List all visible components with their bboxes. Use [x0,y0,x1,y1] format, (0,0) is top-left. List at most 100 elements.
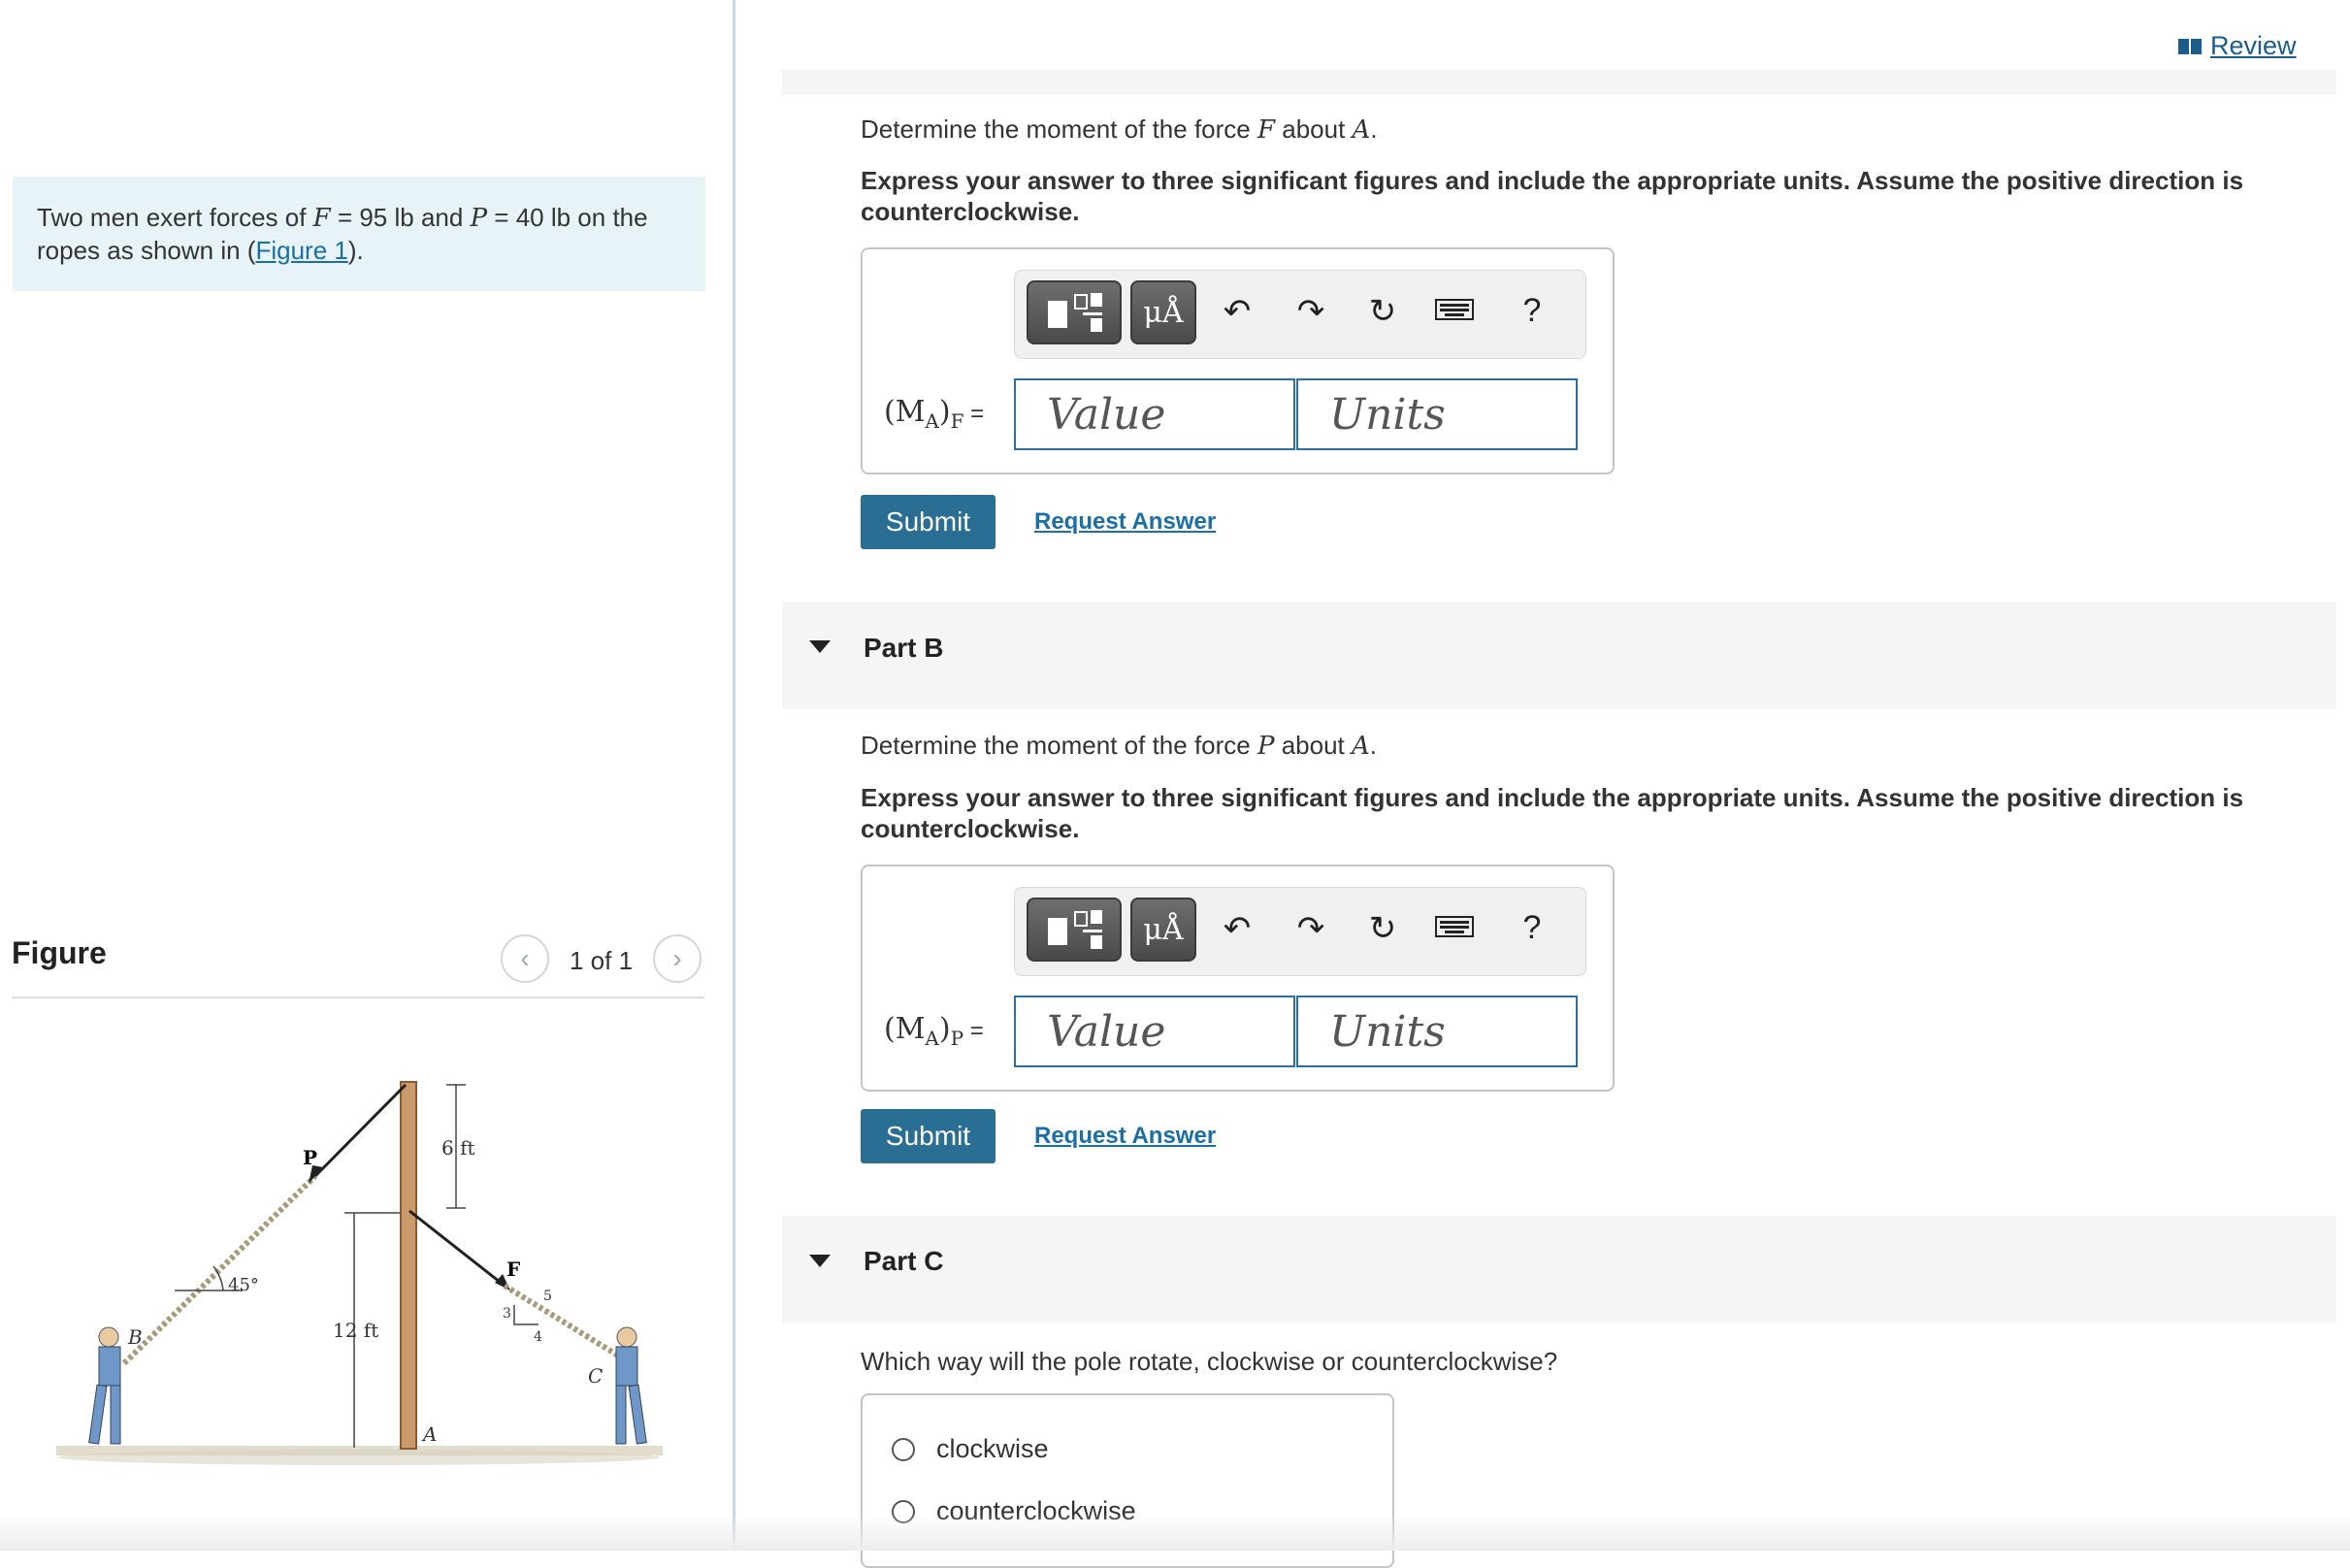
figure-divider [12,996,704,998]
undo-button[interactable]: ↶ [1215,909,1259,948]
keyboard-button[interactable] [1432,292,1477,330]
units-button[interactable]: μÅ [1130,898,1196,962]
part-c-caret-icon[interactable] [809,1255,831,1267]
keyboard-button[interactable] [1432,909,1477,947]
part-b-title: Part B [864,633,944,663]
radio-clockwise[interactable] [892,1437,915,1461]
figure-pager-count: 1 of 1 [570,946,634,975]
reset-button[interactable]: ↻ [1360,292,1405,331]
part-a-answer-box: μÅ ↶ ↷ ↻ ? (MA)F = [861,247,1615,474]
units-icon: μÅ [1143,295,1184,330]
label-45deg: 45° [228,1275,259,1295]
part-b-caret-icon[interactable] [809,640,831,653]
figure-next-button[interactable]: › [653,934,702,983]
units-button[interactable]: μÅ [1130,280,1196,344]
part-a-force-symbol: F [1257,115,1276,145]
templates-icon [1048,293,1102,332]
label-a: A [421,1422,437,1446]
part-b-label-m: (M [884,1012,926,1046]
rope-f [408,1209,506,1288]
part-c-header[interactable] [782,1216,2336,1323]
templates-button[interactable] [1027,280,1122,344]
part-a-question-end: . [1370,114,1378,144]
part-a-question-prefix: Determine the moment of the force [861,114,1257,144]
label-slope-5: 5 [543,1289,552,1304]
problem-intro-text: Two men exert forces of F = 95 lb and P … [37,202,697,267]
part-b-question-end: . [1369,731,1377,760]
part-a-label-force: F [950,409,964,433]
chevron-right-icon: › [672,943,682,973]
part-b-request-answer-link[interactable]: Request Answer [1034,1123,1216,1150]
part-a-question: Determine the moment of the force F abou… [861,114,1378,145]
part-a-label-eq: = [963,401,985,427]
label-p: P [303,1146,317,1169]
undo-icon: ↶ [1223,910,1252,947]
help-icon: ? [1522,292,1542,329]
part-c-question: Which way will the pole rotate, clockwis… [861,1347,1558,1376]
reset-icon: ↻ [1368,293,1397,330]
part-b-label-eq: = [963,1018,984,1044]
part-a-math-toolbar: μÅ ↶ ↷ ↻ ? [1014,270,1586,359]
part-a-submit-button[interactable]: Submit [861,495,995,549]
part-b-question: Determine the moment of the force P abou… [861,731,1377,761]
help-button[interactable]: ? [1510,292,1554,330]
label-f: F [506,1258,520,1281]
label-12ft: 12 ft [333,1319,378,1342]
part-b-answer-box: μÅ ↶ ↷ ↻ ? (MA)P = [861,865,1615,1092]
help-icon: ? [1522,909,1542,946]
redo-button[interactable]: ↷ [1289,292,1333,331]
part-a-label-close: ) [938,395,951,429]
option-clockwise[interactable]: clockwise [892,1434,1049,1464]
templates-button[interactable] [1027,898,1122,962]
figure-image: P F 6 ft 12 ft 45° B A C 3 4 5 [56,1081,663,1465]
man-left [88,1326,121,1445]
rope-p [121,1173,318,1366]
review-link[interactable]: Review [2177,31,2297,61]
part-b-value-input[interactable] [1014,996,1295,1067]
intro-suffix: ). [347,236,364,265]
part-a-point-symbol: A [1352,115,1371,145]
book-icon [2178,38,2202,54]
reset-button[interactable]: ↻ [1360,909,1405,948]
part-b-math-toolbar: μÅ ↶ ↷ ↻ ? [1014,887,1586,976]
part-b-header[interactable] [782,602,2336,709]
label-slope-3: 3 [503,1306,511,1322]
part-b-submit-button[interactable]: Submit [861,1109,995,1163]
units-icon: μÅ [1143,912,1184,947]
part-a-question-mid: about [1275,114,1353,144]
redo-button[interactable]: ↷ [1289,909,1333,948]
intro-prefix: Two men exert forces of [37,203,313,232]
intro-f-symbol: F [312,204,331,233]
part-b-answer-label: (MA)P = [884,1012,984,1050]
help-button[interactable]: ? [1510,909,1554,947]
part-a-label-sub: A [925,409,939,433]
figure-1-link[interactable]: Figure 1 [255,236,347,265]
part-a-header-strip [782,70,2336,95]
bottom-fade [0,1514,2350,1551]
part-b-units-input[interactable] [1296,996,1578,1067]
label-c: C [588,1364,603,1388]
part-b-point-symbol: A [1351,732,1370,761]
pole [400,1081,417,1450]
part-a-units-input[interactable] [1296,378,1578,450]
label-slope-4: 4 [534,1329,542,1345]
part-a-request-answer-link[interactable]: Request Answer [1034,508,1216,536]
figure-prev-button[interactable]: ‹ [501,934,549,983]
templates-icon [1048,910,1102,949]
part-b-label-sub: A [925,1027,939,1050]
intro-p-symbol: P [470,204,488,233]
keyboard-icon [1435,299,1474,320]
part-a-value-input[interactable] [1014,378,1295,450]
keyboard-icon [1435,916,1474,937]
pane-divider[interactable] [733,0,735,1551]
part-b-label-force: P [950,1027,964,1050]
left-pane: Two men exert forces of F = 95 lb and P … [0,0,734,1551]
part-b-instruction: Express your answer to three significant… [861,783,2244,843]
undo-button[interactable]: ↶ [1215,292,1259,331]
review-label: Review [2210,31,2297,60]
part-a-instruction: Express your answer to three significant… [861,166,2244,226]
part-a-label-m: (M [884,395,926,429]
part-a-answer-label: (MA)F = [884,395,984,433]
label-b: B [127,1325,143,1349]
part-b-question-prefix: Determine the moment of the force [861,731,1257,760]
